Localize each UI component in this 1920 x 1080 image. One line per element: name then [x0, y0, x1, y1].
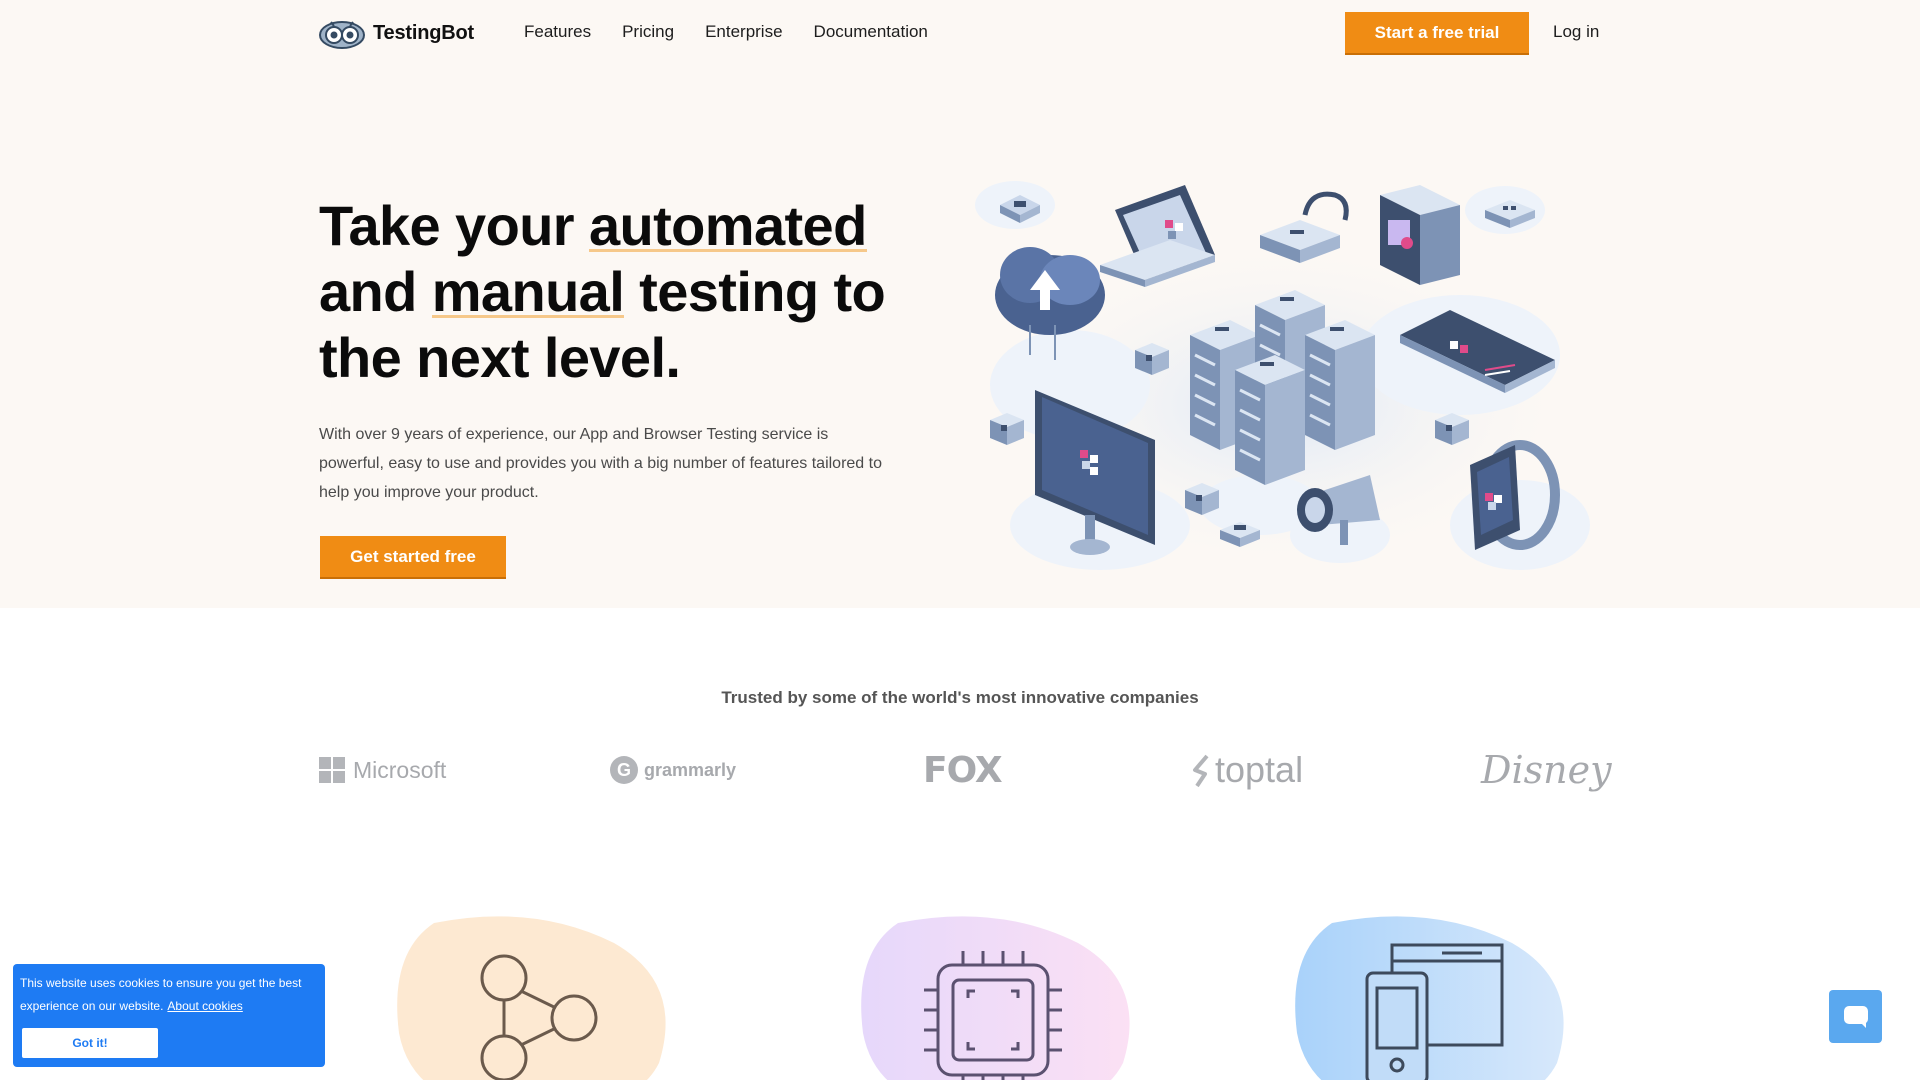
feature-blob-purple: [861, 916, 1130, 1080]
hero-title-highlight-automated: automated: [588, 194, 867, 257]
hero-title-text: Take your: [319, 194, 589, 257]
toptal-mark-icon: [1193, 754, 1209, 788]
cookie-message: This website uses cookies to ensure you …: [20, 972, 318, 1018]
main-nav: Features Pricing Enterprise Documentatio…: [524, 22, 928, 42]
cookie-accept-button[interactable]: Got it!: [22, 1028, 158, 1058]
disney-logo: Disney: [1481, 745, 1612, 795]
hero-illustration: [975, 181, 1590, 575]
hero-title-text: and: [319, 260, 432, 323]
cookie-text: This website uses cookies to ensure you …: [20, 976, 302, 1013]
hero-title: Take your automated and manual testing t…: [319, 193, 919, 391]
fox-logo: FOX: [923, 745, 1003, 795]
hero-description: With over 9 years of experience, our App…: [319, 426, 882, 501]
chat-widget-button[interactable]: [1829, 990, 1882, 1043]
server-rack-icon: [1235, 355, 1305, 485]
cookie-banner: This website uses cookies to ensure you …: [13, 964, 325, 1067]
site-header: TestingBot Features Pricing Enterprise D…: [0, 0, 1920, 68]
microsoft-wordmark: Microsoft: [353, 756, 447, 783]
microsoft-logo: Microsoft: [319, 745, 446, 795]
disney-wordmark: Disney: [1481, 748, 1612, 792]
nav-pricing-link[interactable]: Pricing: [622, 22, 674, 42]
toptal-wordmark: toptal: [1215, 749, 1304, 790]
grammarly-g-icon: G: [610, 756, 638, 784]
nav-enterprise-link[interactable]: Enterprise: [705, 22, 782, 42]
feature-blob-orange: [397, 916, 666, 1080]
nav-features-link[interactable]: Features: [524, 22, 591, 42]
feature-blob-blue: [1295, 916, 1564, 1080]
nav-documentation-link[interactable]: Documentation: [814, 22, 928, 42]
trusted-heading: Trusted by some of the world's most inno…: [721, 688, 1199, 707]
camera-icon: [1380, 185, 1460, 285]
chat-bubble-icon: [1843, 1005, 1868, 1028]
login-link[interactable]: Log in: [1553, 22, 1599, 42]
fox-wordmark: FOX: [923, 749, 1003, 791]
grammarly-logo: G grammarly: [610, 745, 736, 795]
start-free-trial-button[interactable]: Start a free trial: [1345, 12, 1529, 55]
brand-logo[interactable]: TestingBot: [319, 16, 474, 50]
hero-title-highlight-manual: manual: [431, 260, 625, 323]
customer-logos: Microsoft G grammarly FOX toptal Disney: [319, 745, 1612, 805]
testingbot-robot-icon: [319, 21, 365, 49]
brand-name: TestingBot: [373, 21, 474, 44]
server-rack-icon: [1305, 320, 1375, 450]
microsoft-grid-icon: [319, 757, 345, 783]
toptal-logo: toptal: [1189, 745, 1303, 795]
about-cookies-link[interactable]: About cookies: [167, 999, 242, 1013]
get-started-free-button[interactable]: Get started free: [320, 536, 506, 579]
grammarly-wordmark: grammarly: [644, 759, 737, 780]
